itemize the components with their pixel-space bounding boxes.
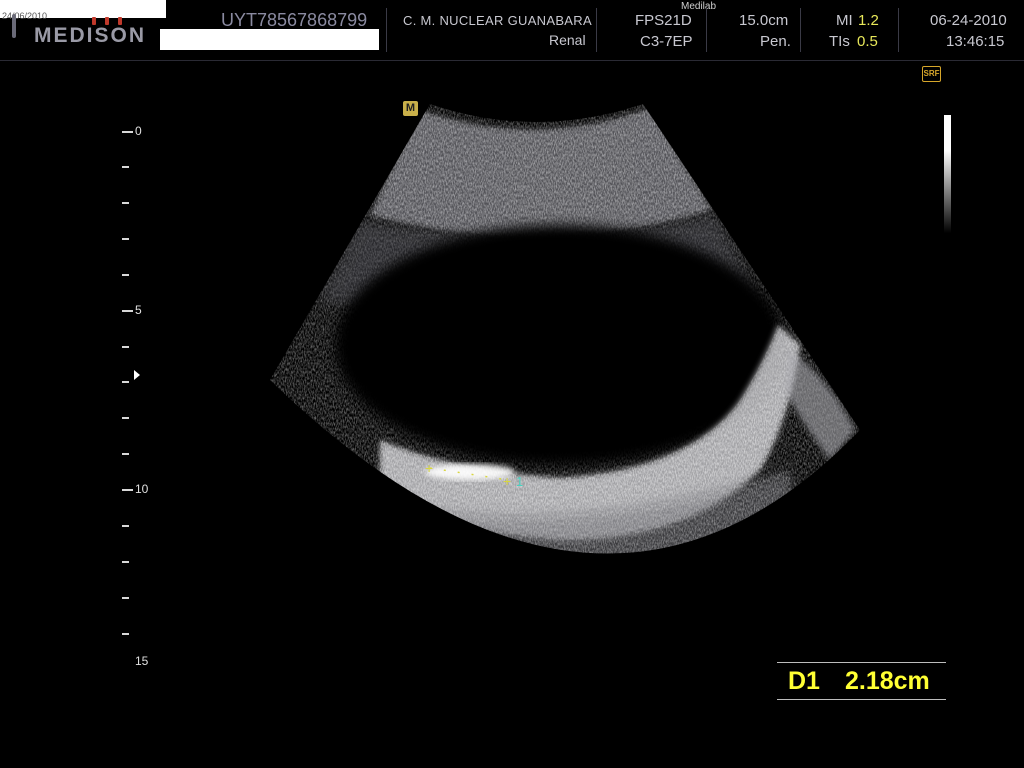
measurement-result: D1 2.18cm <box>777 662 946 700</box>
measurement-name: D1 <box>788 667 820 695</box>
caliper-line <box>429 467 509 481</box>
caliper-start-handle[interactable]: + <box>425 461 433 475</box>
caliper-label: 1 <box>516 474 524 489</box>
measurement-value: 2.18cm <box>845 667 930 695</box>
caliper-end-handle[interactable]: + <box>503 474 511 488</box>
